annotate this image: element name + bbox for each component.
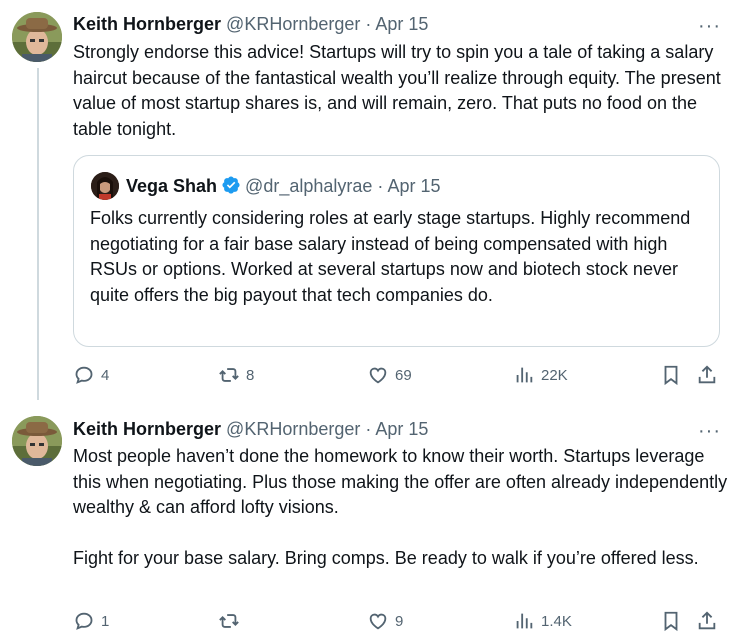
views-button[interactable]: 22K: [513, 363, 568, 387]
author-name[interactable]: Keith Hornberger: [73, 419, 221, 439]
quote-date: Apr 15: [387, 176, 441, 196]
tweet-date[interactable]: Apr 15: [375, 419, 428, 439]
avatar[interactable]: [12, 12, 62, 62]
tweet-date[interactable]: Apr 15: [375, 14, 428, 34]
reply-button[interactable]: 4: [73, 363, 109, 387]
tweet-header: Keith Hornberger @KRHornberger · Apr 15: [73, 417, 428, 441]
reply-button[interactable]: 1: [73, 609, 109, 633]
thread-connector-line: [37, 68, 39, 400]
separator-dot: ·: [377, 176, 384, 196]
more-options-icon[interactable]: ···: [698, 421, 721, 441]
separator-dot: ·: [365, 419, 372, 439]
analytics-icon: [516, 613, 533, 629]
action-bar: 1 9 1.4K: [73, 609, 733, 633]
like-button[interactable]: 69: [367, 363, 412, 387]
tweet-text: Most people haven’t done the homework to…: [73, 446, 728, 568]
repost-icon: [219, 368, 239, 382]
quote-header: Vega Shah @dr_alphalyrae · Apr 15: [126, 174, 440, 201]
heart-icon: [369, 613, 387, 630]
repost-count: 8: [246, 366, 255, 384]
share-icon: [698, 365, 716, 384]
tweet-text: Strongly endorse this advice! Startups w…: [73, 42, 726, 139]
reply-count: 4: [101, 366, 110, 384]
repost-button[interactable]: [218, 609, 246, 633]
author-name[interactable]: Keith Hornberger: [73, 14, 221, 34]
quote-text: Folks currently considering roles at ear…: [90, 208, 691, 305]
analytics-icon: [516, 367, 533, 383]
share-button[interactable]: [696, 363, 718, 387]
author-handle[interactable]: @KRHornberger: [226, 14, 360, 34]
reply-icon: [75, 612, 93, 630]
author-handle[interactable]: @KRHornberger: [226, 419, 360, 439]
view-count: 1.4K: [541, 612, 572, 630]
bookmark-button[interactable]: [660, 609, 682, 633]
heart-icon: [369, 367, 387, 384]
like-count: 9: [395, 612, 404, 630]
share-icon: [698, 611, 716, 630]
reply-count: 1: [101, 612, 110, 630]
separator-dot: ·: [365, 14, 372, 34]
share-button[interactable]: [696, 609, 718, 633]
like-count: 69: [395, 366, 412, 384]
more-options-icon[interactable]: ···: [698, 16, 721, 36]
views-button[interactable]: 1.4K: [513, 609, 572, 633]
bookmark-icon: [664, 365, 678, 386]
like-button[interactable]: 9: [367, 609, 403, 633]
avatar[interactable]: [12, 416, 62, 466]
reply-icon: [75, 366, 93, 384]
view-count: 22K: [541, 366, 568, 384]
quote-avatar: [91, 172, 119, 200]
repost-icon: [219, 614, 239, 628]
quoted-tweet[interactable]: Vega Shah @dr_alphalyrae · Apr 15 Folks c…: [73, 155, 720, 347]
bookmark-button[interactable]: [660, 363, 682, 387]
repost-button[interactable]: 8: [218, 363, 254, 387]
bookmark-icon: [664, 611, 678, 632]
verified-badge-icon: [221, 175, 241, 201]
quote-author-name: Vega Shah: [126, 176, 218, 196]
quote-handle: @dr_alphalyrae: [245, 176, 373, 196]
action-bar: 4 8 69 22K: [73, 363, 733, 387]
tweet-header: Keith Hornberger @KRHornberger · Apr 15: [73, 12, 428, 36]
